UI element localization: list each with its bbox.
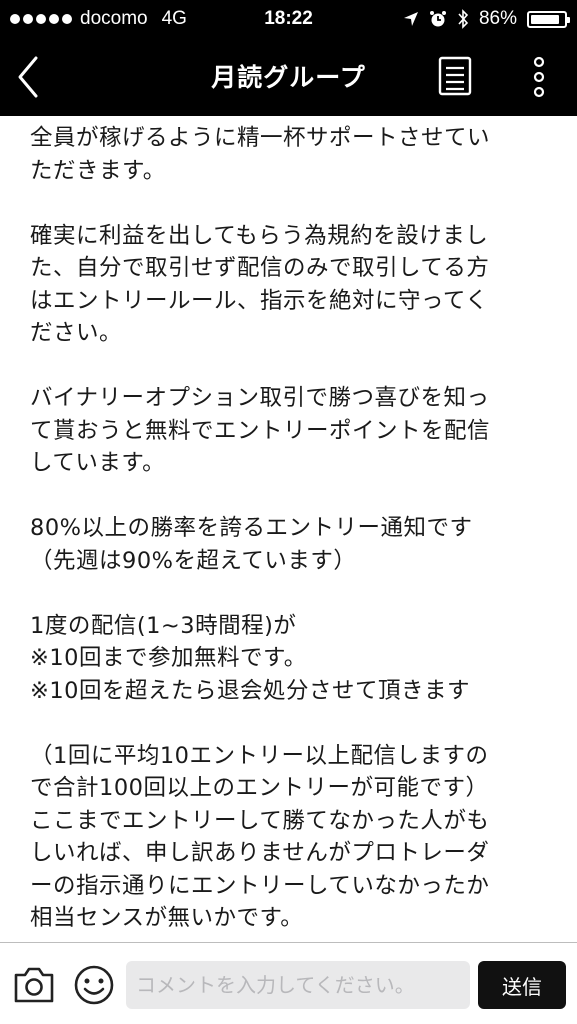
emoji-button[interactable] xyxy=(72,963,116,1007)
message-line: で合計100回以上のエントリーが可能です） xyxy=(30,775,489,801)
message-line: しています。 xyxy=(30,450,166,476)
message-line: ※10回まで参加無料です。 xyxy=(30,645,307,671)
message-paragraph: バイナリーオプション取引で勝つ喜びを知っ て貰おうと無料でエントリーポイントを配信… xyxy=(30,382,550,480)
message-line: ただきます。 xyxy=(30,157,166,184)
message-line: ーの指示通りにエントリーしていなかったか xyxy=(30,872,490,899)
camera-icon xyxy=(14,967,54,1003)
message-line: しいれば、申し訳ありませんがプロトレーダ xyxy=(30,840,490,866)
message-paragraph: 80%以上の勝率を誇るエントリー通知です （先週は90%を超えています） xyxy=(30,512,550,577)
notes-button[interactable] xyxy=(437,56,473,96)
battery-icon xyxy=(527,10,570,28)
more-vertical-icon xyxy=(533,56,545,98)
bluetooth-icon xyxy=(458,9,469,29)
message-line: はエントリールール、指示を絶対に守ってく xyxy=(30,287,489,314)
message-line: バイナリーオプション取引で勝つ喜びを知っ xyxy=(30,385,490,411)
message-line: ここまでエントリーして勝てなかった人がも xyxy=(30,807,490,834)
camera-button[interactable] xyxy=(12,965,56,1005)
message-line: 80%以上の勝率を誇るエントリー通知です xyxy=(30,515,473,541)
send-button[interactable]: 送信 xyxy=(478,961,566,1009)
message-line: 全員が稼げるように精一杯サポートさせてい xyxy=(30,125,491,151)
message-line: て貰おうと無料でエントリーポイントを配信 xyxy=(30,417,491,444)
message-paragraph: （1回に平均10エントリー以上配信しますの で合計100回以上のエントリーが可能で… xyxy=(30,740,550,935)
message-paragraph: 全員が稼げるように精一杯サポートさせてい ただきます。 xyxy=(30,122,550,187)
message-line: 相当センスが無いかです。 xyxy=(30,905,304,931)
message-line: （先週は90%を超えています） xyxy=(30,547,357,574)
comment-input[interactable] xyxy=(126,961,470,1009)
message-line: （1回に平均10エントリー以上配信しますの xyxy=(30,742,489,769)
message-line: た、自分で取引せず配信のみで取引してる方 xyxy=(30,255,490,281)
input-bar: 送信 xyxy=(0,942,577,1024)
status-bar: docomo 4G 18:22 86% xyxy=(0,0,577,38)
message-line: ださい。 xyxy=(30,320,123,346)
more-options-button[interactable] xyxy=(522,54,556,100)
battery-level-fill xyxy=(531,14,559,24)
status-right: 86% xyxy=(403,8,570,30)
message-line: 確実に利益を出してもらう為規約を設けまし xyxy=(30,222,489,249)
message-line: 1度の配信(1~3時間程)が xyxy=(30,612,297,639)
message-paragraph: 1度の配信(1~3時間程)が ※10回まで参加無料です。 ※10回を超えたら退会処分… xyxy=(30,610,550,708)
smile-icon xyxy=(74,965,114,1005)
message-line: ※10回を超えたら退会処分させて頂きます xyxy=(30,677,470,704)
battery-percent: 86% xyxy=(478,8,517,29)
message-paragraph: 確実に利益を出してもらう為規約を設けまし た、自分で取引せず配信のみで取引してる方… xyxy=(30,220,550,350)
location-arrow-icon xyxy=(403,12,418,26)
nav-bar: 月読グループ xyxy=(0,38,577,116)
chat-title: 月読グループ xyxy=(211,63,366,92)
alarm-clock-icon xyxy=(429,11,446,27)
message-body: 全員が稼げるように精一杯サポートさせてい ただきます。確実に利益を出してもらう為規… xyxy=(30,122,550,940)
notes-icon xyxy=(438,56,472,96)
